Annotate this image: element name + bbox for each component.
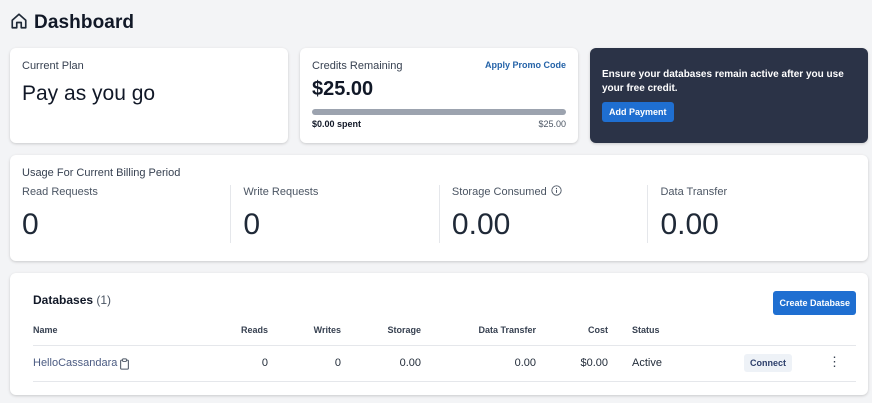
current-plan-value: Pay as you go bbox=[22, 82, 156, 105]
usage-title: Usage For Current Billing Period bbox=[22, 167, 181, 179]
usage-metric-name-row: Storage Consumed bbox=[452, 185, 648, 199]
apply-promo-code-link[interactable]: Apply Promo Code bbox=[485, 60, 566, 70]
table-row bbox=[33, 345, 856, 382]
usage-metric-read-requests: Read Requests 0 bbox=[22, 185, 230, 243]
column-header-name[interactable]: Name bbox=[33, 325, 58, 335]
usage-card: Usage For Current Billing Period Read Re… bbox=[10, 155, 868, 261]
database-writes: 0 bbox=[334, 357, 341, 369]
databases-count: (1) bbox=[96, 293, 112, 307]
home-icon bbox=[10, 12, 28, 35]
database-reads: 0 bbox=[261, 357, 268, 369]
page-header: Dashboard bbox=[10, 10, 134, 36]
current-plan-label: Current Plan bbox=[22, 60, 84, 72]
usage-metric-value: 0.00 bbox=[451, 208, 511, 241]
usage-metric-value: 0 bbox=[243, 208, 261, 241]
databases-title: Databases (1) bbox=[33, 293, 111, 307]
database-storage: 0.00 bbox=[399, 357, 421, 369]
clipboard-icon[interactable] bbox=[119, 357, 130, 375]
create-database-button[interactable]: Create Database bbox=[773, 291, 856, 315]
usage-metric-storage-consumed: Storage Consumed 0.00 bbox=[438, 185, 648, 243]
credits-progress-fill bbox=[312, 109, 566, 115]
usage-metric-name: Write Requests bbox=[243, 186, 319, 198]
page-title: Dashboard bbox=[34, 12, 135, 33]
usage-metric-name: Data Transfer bbox=[660, 186, 728, 198]
credits-spent-label: $0.00 spent bbox=[312, 119, 362, 129]
column-header-status[interactable]: Status bbox=[632, 325, 660, 335]
add-payment-button[interactable]: Add Payment bbox=[602, 102, 674, 122]
column-header-storage[interactable]: Storage bbox=[351, 325, 421, 335]
column-header-data-transfer[interactable]: Data Transfer bbox=[446, 325, 536, 335]
column-header-writes[interactable]: Writes bbox=[291, 325, 341, 335]
usage-metric-value: 0.00 bbox=[660, 208, 719, 241]
info-icon[interactable] bbox=[551, 185, 562, 199]
payment-reminder-card: Ensure your databases remain active afte… bbox=[590, 48, 868, 143]
database-name-link[interactable]: HelloCassandara bbox=[33, 357, 117, 369]
payment-reminder-message: Ensure your databases remain active afte… bbox=[602, 69, 844, 94]
database-data-transfer: 0.00 bbox=[514, 357, 536, 369]
usage-metric-name: Storage Consumed bbox=[451, 186, 547, 198]
column-header-cost[interactable]: Cost bbox=[558, 325, 608, 335]
databases-card: Databases (1) Create Database Name Reads… bbox=[10, 273, 868, 395]
connect-button[interactable]: Connect bbox=[744, 354, 792, 372]
credits-amount: $25.00 bbox=[312, 78, 374, 100]
usage-metric-write-requests: Write Requests 0 bbox=[230, 185, 439, 243]
usage-metric-value: 0 bbox=[22, 208, 39, 241]
more-options-icon[interactable]: ⋮ bbox=[828, 355, 841, 369]
credits-progress-bar bbox=[312, 109, 566, 115]
databases-title-text: Databases bbox=[33, 293, 94, 307]
column-header-reads[interactable]: Reads bbox=[218, 325, 268, 335]
credits-total-label: $25.00 bbox=[538, 119, 566, 129]
database-cost: $0.00 bbox=[580, 357, 608, 369]
usage-metric-data-transfer: Data Transfer 0.00 bbox=[647, 185, 856, 243]
current-plan-card: Current Plan Pay as you go bbox=[10, 48, 288, 143]
database-status: Active bbox=[632, 357, 662, 369]
usage-metric-name: Read Requests bbox=[22, 186, 98, 198]
credits-card: Credits Remaining Apply Promo Code $25.0… bbox=[300, 48, 578, 143]
